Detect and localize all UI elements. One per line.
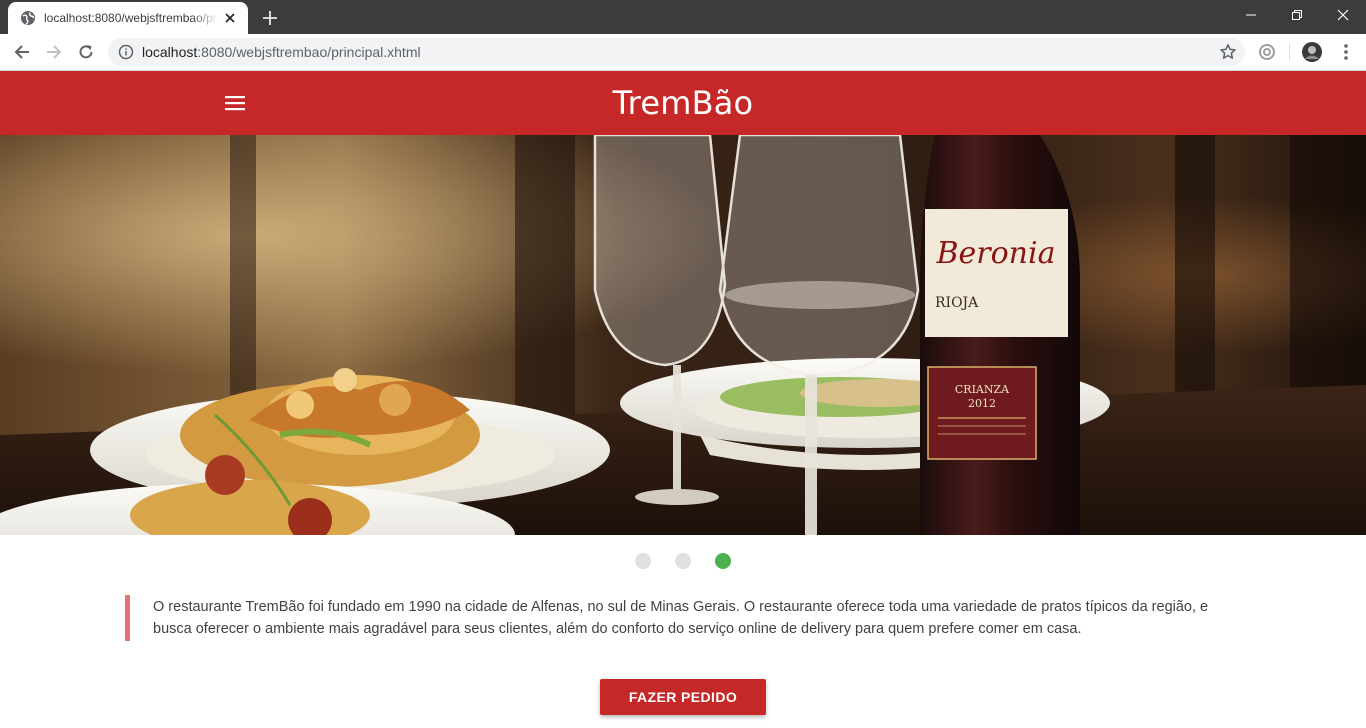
toolbar-divider <box>1289 44 1290 60</box>
app-header: TremBão <box>0 71 1366 135</box>
site-title: TremBão <box>612 84 754 122</box>
close-icon[interactable] <box>222 10 238 26</box>
hamburger-menu-icon <box>225 96 245 111</box>
about-quote: O restaurante TremBão foi fundado em 199… <box>125 595 1241 641</box>
arrow-right-icon <box>47 45 62 59</box>
menu-button[interactable] <box>222 90 248 116</box>
avatar[interactable] <box>1302 42 1322 62</box>
wine-label-brand: Beronia <box>935 236 1055 271</box>
close-icon <box>1337 9 1349 21</box>
carousel-dot-2[interactable] <box>675 553 691 569</box>
tab-title: localhost:8080/webjsftrembao/principal.x… <box>44 11 218 25</box>
new-tab-button[interactable] <box>258 6 282 30</box>
restore-button[interactable] <box>1274 0 1320 30</box>
wine-label-year: 2012 <box>968 397 996 410</box>
plus-icon <box>263 11 277 25</box>
minimize-icon <box>1246 14 1256 16</box>
browser-tabstrip: localhost:8080/webjsftrembao/principal.x… <box>0 0 1366 34</box>
carousel-slide-image[interactable]: Beronia RIOJA CRIANZA 2012 <box>0 135 1366 535</box>
back-button[interactable] <box>8 38 36 66</box>
url-text: localhost:8080/webjsftrembao/principal.x… <box>142 44 421 60</box>
info-icon[interactable] <box>118 44 134 60</box>
minimize-button[interactable] <box>1228 0 1274 30</box>
browser-toolbar: localhost:8080/webjsftrembao/principal.x… <box>0 34 1366 71</box>
globe-icon <box>20 10 36 26</box>
carousel-dot-1[interactable] <box>635 553 651 569</box>
restore-icon <box>1292 10 1302 20</box>
wine-label-style: CRIANZA <box>955 383 1010 396</box>
extension-icon[interactable] <box>1257 42 1277 62</box>
wine-label-region: RIOJA <box>935 295 979 311</box>
window-close-button[interactable] <box>1320 0 1366 30</box>
star-icon[interactable] <box>1219 43 1237 61</box>
address-bar[interactable]: localhost:8080/webjsftrembao/principal.x… <box>108 38 1245 66</box>
reload-icon <box>79 45 93 59</box>
reload-button[interactable] <box>72 38 100 66</box>
browser-tab[interactable]: localhost:8080/webjsftrembao/principal.x… <box>8 2 248 34</box>
forward-button[interactable] <box>40 38 68 66</box>
order-button[interactable]: FAZER PEDIDO <box>600 679 766 715</box>
carousel-dot-3[interactable] <box>715 553 731 569</box>
arrow-left-icon <box>14 45 29 59</box>
carousel-indicators <box>0 553 1366 569</box>
more-vert-icon[interactable] <box>1336 42 1356 62</box>
